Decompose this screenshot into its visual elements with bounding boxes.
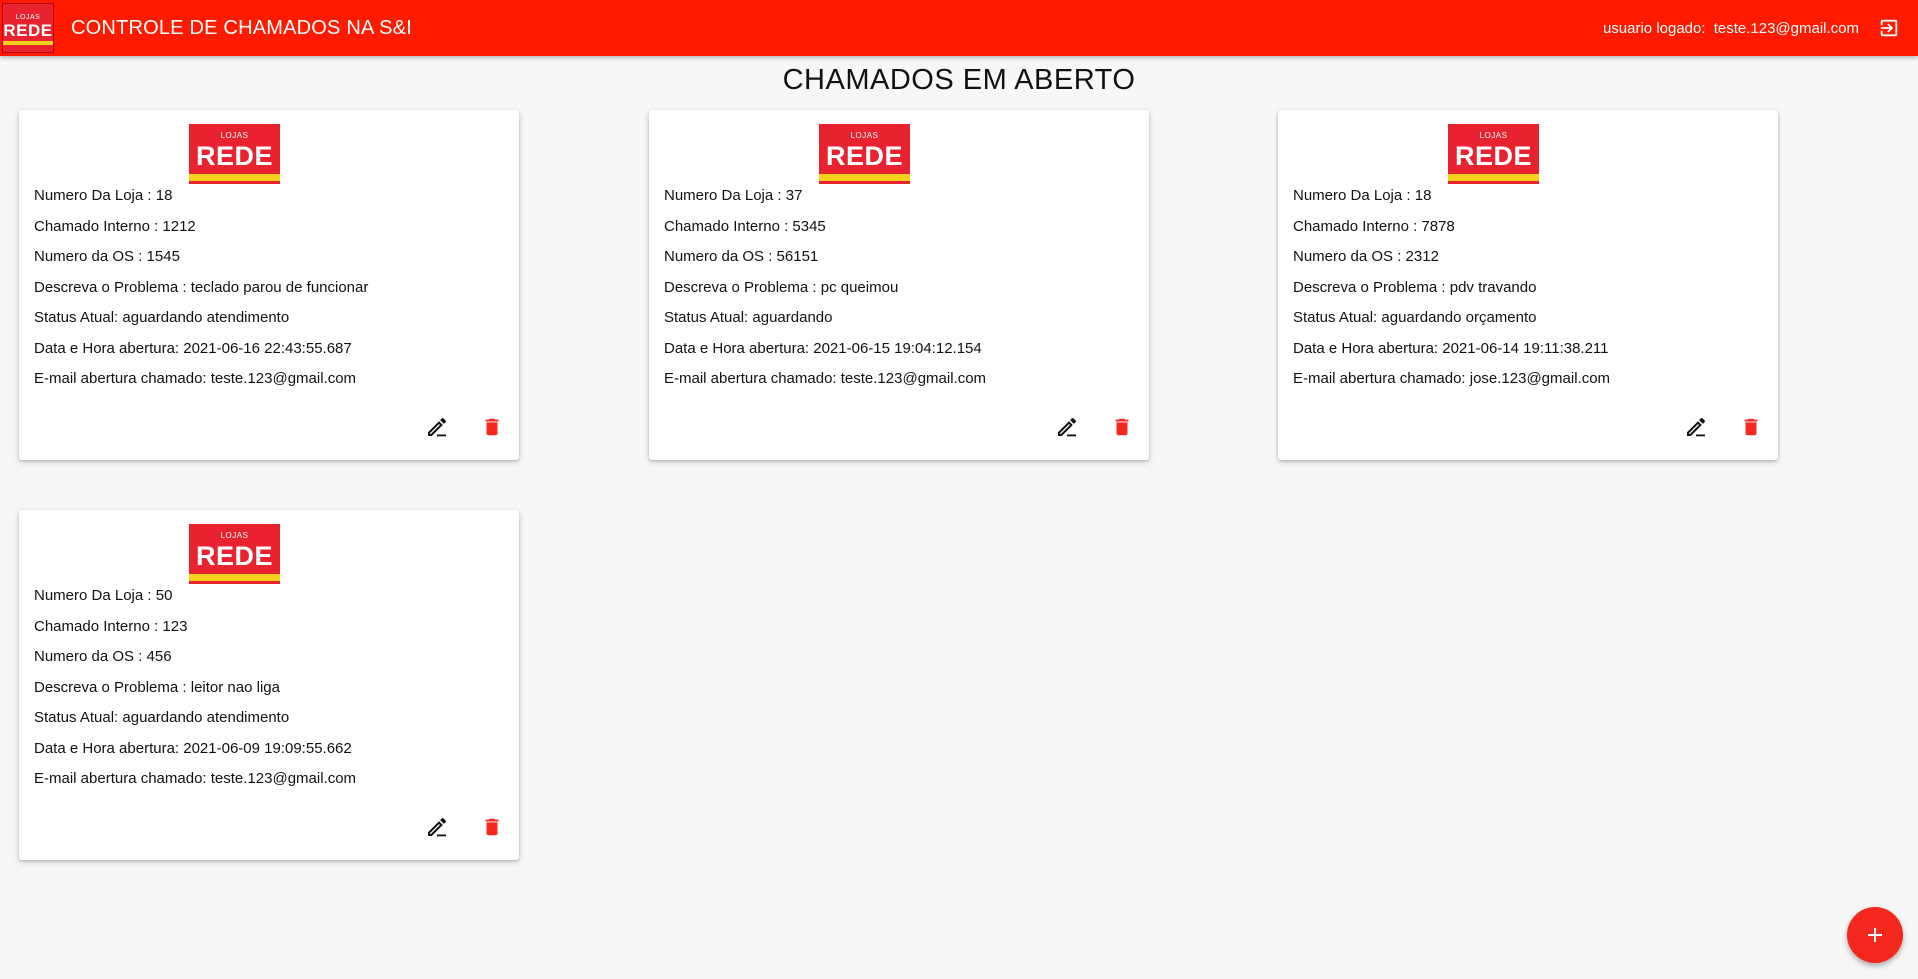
ticket-field: Descreva o Problema : leitor nao liga [34, 678, 280, 696]
ticket-fields: Numero Da Loja : 37 Chamado Interno : 534… [664, 185, 986, 399]
ticket-field: E-mail abertura chamado: teste.123@gmail… [664, 370, 987, 387]
ticket-field: Status Atual: aguardando atendimento [34, 709, 290, 726]
ticket-field: E-mail abertura chamado: teste.123@gmail… [34, 770, 357, 787]
logo-text-small: LOJAS [1479, 130, 1508, 140]
logout-icon [1880, 19, 1898, 37]
edit-icon [428, 418, 447, 437]
ticket-field: Descreva o Problema : teclado parou de f… [34, 278, 369, 296]
delete-icon [485, 818, 499, 836]
card-actions [1029, 415, 1149, 441]
ticket-field: Numero Da Loja : 37 [664, 187, 803, 204]
lojas-rede-logo: LOJAS REDE [189, 524, 280, 584]
edit-ticket-button[interactable] [425, 815, 449, 839]
logo-band [3, 41, 53, 45]
ticket-field: Numero da OS : 1545 [34, 248, 180, 265]
logged-user-info: usuario logado: teste.123@gmail.com [1599, 20, 1859, 37]
logo-text-small: LOJAS [220, 130, 249, 140]
logo-text-big: REDE [195, 140, 273, 171]
logo-text-big: REDE [3, 21, 53, 40]
ticket-field: Status Atual: aguardando [664, 309, 833, 326]
top-app-bar: LOJAS REDE CONTROLE DE CHAMADOS NA S&I u… [0, 0, 1918, 56]
edit-icon [1058, 418, 1077, 437]
edit-ticket-button[interactable] [425, 415, 449, 439]
logged-user-label: usuario logado: [1602, 20, 1706, 37]
logo-band [819, 173, 910, 181]
ticket-card: LOJAS REDE Numero Da Loja : 50 Chamado Inte… [19, 510, 519, 860]
app-title: CONTROLE DE CHAMADOS NA S&I [71, 17, 413, 39]
logo-band [189, 173, 280, 181]
lojas-rede-logo: LOJAS REDE [2, 3, 54, 53]
ticket-fields: Numero Da Loja : 50 Chamado Interno : 123… [34, 585, 356, 799]
add-icon [1868, 928, 1882, 942]
ticket-field: Chamado Interno : 123 [34, 617, 188, 635]
card-actions [399, 415, 519, 441]
lojas-rede-logo: LOJAS REDE [189, 124, 280, 184]
ticket-field: Descreva o Problema : pc queimou [664, 278, 899, 296]
ticket-fields: Numero Da Loja : 18 Chamado Interno : 121… [34, 185, 368, 399]
edit-icon [428, 818, 447, 837]
edit-icon [1687, 418, 1706, 437]
logo-text-big: REDE [1454, 140, 1532, 171]
ticket-field: Data e Hora abertura: 2021-06-15 19:04:1… [664, 339, 982, 357]
ticket-field: E-mail abertura chamado: jose.123@gmail.… [1293, 370, 1611, 387]
delete-ticket-button[interactable] [481, 415, 503, 439]
logo-band [1448, 173, 1539, 181]
logo-text-small: LOJAS [850, 130, 879, 140]
add-ticket-button[interactable] [1847, 907, 1903, 963]
delete-icon [485, 418, 499, 436]
ticket-field: Chamado Interno : 7878 [1293, 217, 1455, 235]
ticket-field: Data e Hora abertura: 2021-06-16 22:43:5… [34, 339, 352, 357]
ticket-field: Chamado Interno : 1212 [34, 217, 196, 235]
ticket-field: Status Atual: aguardando orçamento [1293, 309, 1537, 326]
logo-text-big: REDE [195, 540, 273, 571]
lojas-rede-logo: LOJAS REDE [819, 124, 910, 184]
logo-text-small: LOJAS [15, 14, 41, 21]
ticket-fields: Numero Da Loja : 18 Chamado Interno : 787… [1293, 185, 1610, 399]
logged-user-email: teste.123@gmail.com [1713, 20, 1859, 37]
ticket-card: LOJAS REDE Numero Da Loja : 18 Chamado Inte… [19, 110, 519, 460]
ticket-card: LOJAS REDE Numero Da Loja : 37 Chamado Inte… [649, 110, 1149, 460]
ticket-field: Chamado Interno : 5345 [664, 217, 826, 235]
ticket-field: Numero Da Loja : 18 [1293, 187, 1432, 204]
delete-ticket-button[interactable] [481, 815, 503, 839]
ticket-card: LOJAS REDE Numero Da Loja : 18 Chamado Inte… [1278, 110, 1778, 460]
ticket-field: Data e Hora abertura: 2021-06-09 19:09:5… [34, 739, 352, 757]
ticket-field: Descreva o Problema : pdv travando [1293, 278, 1537, 296]
logo-text-big: REDE [825, 140, 903, 171]
delete-ticket-button[interactable] [1740, 415, 1762, 439]
delete-ticket-button[interactable] [1111, 415, 1133, 439]
lojas-rede-logo: LOJAS REDE [1448, 124, 1539, 184]
delete-icon [1744, 418, 1758, 436]
logout-button[interactable] [1878, 17, 1900, 39]
ticket-field: Status Atual: aguardando atendimento [34, 309, 290, 326]
logo-text-small: LOJAS [220, 530, 249, 540]
ticket-field: Data e Hora abertura: 2021-06-14 19:11:3… [1293, 339, 1609, 357]
ticket-field: Numero Da Loja : 18 [34, 187, 173, 204]
ticket-field: E-mail abertura chamado: teste.123@gmail… [34, 370, 357, 387]
page-title: CHAMADOS EM ABERTO [782, 64, 1136, 96]
edit-ticket-button[interactable] [1684, 415, 1708, 439]
ticket-field: Numero da OS : 456 [34, 648, 172, 665]
card-actions [1658, 415, 1778, 441]
card-actions [399, 815, 519, 841]
delete-icon [1115, 418, 1129, 436]
ticket-field: Numero Da Loja : 50 [34, 587, 173, 604]
edit-ticket-button[interactable] [1055, 415, 1079, 439]
ticket-field: Numero da OS : 56151 [664, 248, 819, 265]
logo-band [189, 573, 280, 581]
ticket-field: Numero da OS : 2312 [1293, 248, 1439, 265]
